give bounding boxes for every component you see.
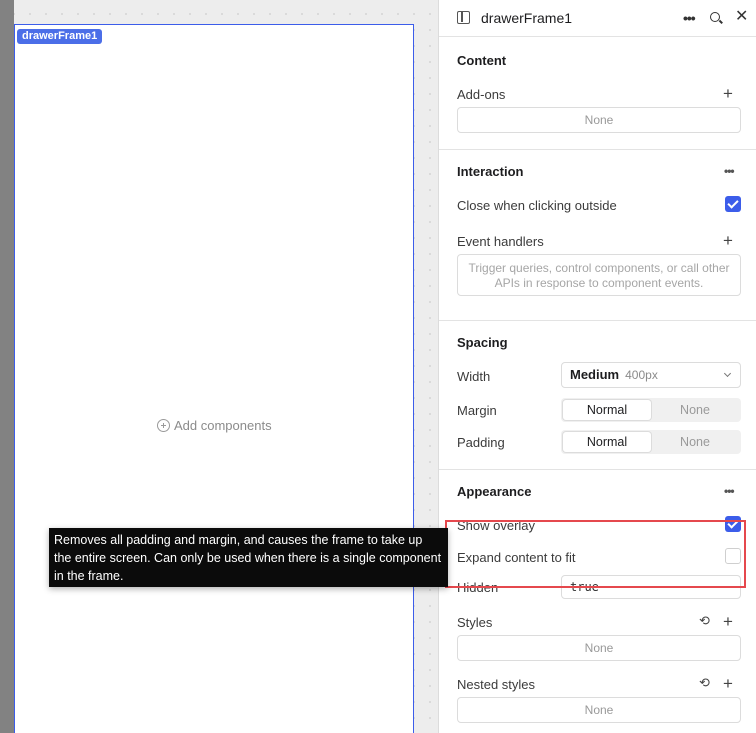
- divider: [439, 320, 756, 321]
- interaction-more-icon[interactable]: •••: [724, 164, 735, 178]
- section-title-spacing: Spacing: [457, 335, 508, 350]
- margin-toggle[interactable]: Normal None: [561, 398, 741, 422]
- section-title-appearance: Appearance: [457, 484, 532, 499]
- add-addon-button[interactable]: +: [723, 85, 733, 102]
- padding-option-none[interactable]: None: [651, 432, 739, 452]
- margin-option-none[interactable]: None: [651, 400, 739, 420]
- styles-label: Styles: [457, 615, 493, 630]
- highlight-box: [445, 520, 746, 588]
- component-name[interactable]: drawerFrame1: [481, 10, 572, 26]
- add-nested-style-button[interactable]: +: [723, 675, 733, 692]
- add-components-label: Add components: [174, 418, 272, 433]
- add-components-button[interactable]: Add components: [157, 418, 272, 433]
- more-icon[interactable]: •••: [683, 10, 696, 26]
- section-title-interaction: Interaction: [457, 164, 524, 179]
- margin-label: Margin: [457, 403, 497, 418]
- plus-circle-icon: [157, 419, 170, 432]
- event-handlers-label: Event handlers: [457, 234, 544, 249]
- add-style-button[interactable]: +: [723, 613, 733, 630]
- width-value: Medium: [570, 367, 620, 382]
- close-outside-label: Close when clicking outside: [457, 198, 617, 213]
- inspector-header: drawerFrame1 ••• ✕: [439, 0, 756, 37]
- inspector-panel: drawerFrame1 ••• ✕ Content Add-ons + Non…: [438, 0, 756, 733]
- padding-label: Padding: [457, 435, 505, 450]
- add-event-handler-button[interactable]: +: [723, 232, 733, 249]
- tooltip: Removes all padding and margin, and caus…: [49, 528, 448, 587]
- width-select[interactable]: Medium 400px: [561, 362, 741, 388]
- chevron-down-icon: [723, 369, 732, 378]
- search-icon[interactable]: [710, 12, 720, 22]
- width-label: Width: [457, 369, 491, 384]
- margin-option-normal[interactable]: Normal: [563, 400, 651, 420]
- close-icon[interactable]: ✕: [735, 8, 748, 26]
- width-hint: 400px: [625, 368, 658, 382]
- divider: [439, 149, 756, 150]
- nested-styles-label: Nested styles: [457, 677, 536, 692]
- close-outside-checkbox[interactable]: [725, 196, 741, 212]
- padding-toggle[interactable]: Normal None: [561, 430, 741, 454]
- addons-field[interactable]: None: [457, 107, 741, 133]
- event-handlers-box[interactable]: Trigger queries, control components, or …: [457, 254, 741, 296]
- padding-option-normal[interactable]: Normal: [563, 432, 651, 452]
- divider: [439, 469, 756, 470]
- appearance-more-icon[interactable]: •••: [724, 484, 735, 498]
- nested-styles-field[interactable]: None: [457, 697, 741, 723]
- section-title-content: Content: [457, 53, 507, 68]
- refresh-icon[interactable]: ⟲: [699, 613, 710, 629]
- canvas-gutter: [0, 0, 14, 733]
- addons-label: Add-ons: [457, 87, 506, 102]
- panel-icon[interactable]: [457, 11, 470, 24]
- refresh-icon[interactable]: ⟲: [699, 675, 710, 691]
- drawer-frame[interactable]: [14, 24, 414, 733]
- styles-field[interactable]: None: [457, 635, 741, 661]
- frame-tag[interactable]: drawerFrame1: [17, 29, 103, 44]
